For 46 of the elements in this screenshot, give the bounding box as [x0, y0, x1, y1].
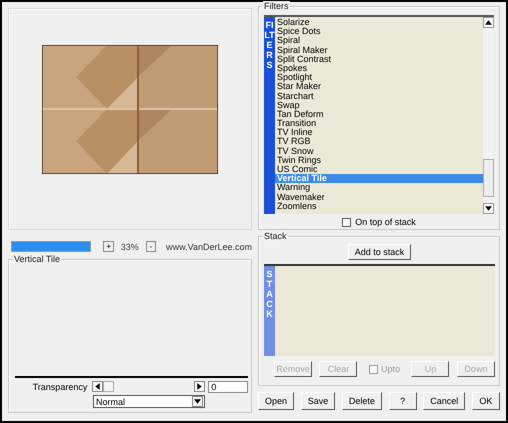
filter-item[interactable]: Spiral	[275, 36, 483, 46]
scrollbar[interactable]	[483, 17, 494, 214]
blend-mode-dropdown[interactable]: Normal	[93, 395, 205, 408]
filter-item[interactable]: Spotlight	[275, 73, 483, 82]
filter-item[interactable]: TV Snow	[275, 146, 483, 156]
checkbox-label: On top of stack	[355, 217, 416, 227]
filter-item[interactable]: Split Contrast	[275, 54, 483, 64]
filter-item[interactable]: Twin Rings	[275, 156, 483, 165]
dialog-button[interactable]: Delete	[342, 392, 382, 410]
filter-item[interactable]: Spokes	[275, 64, 483, 74]
checkbox[interactable]	[342, 218, 352, 226]
add-to-stack-button[interactable]: Add to stack	[348, 244, 412, 260]
checkbox-label: Upto	[380, 364, 400, 374]
dialog-button[interactable]: ?	[388, 392, 417, 410]
filter-item[interactable]: Star Maker	[275, 82, 483, 92]
dialog-button[interactable]: Cancel	[423, 392, 466, 410]
filter-item[interactable]: Spiral Maker	[275, 46, 483, 55]
down-arrow-icon[interactable]	[483, 203, 494, 214]
transparency-label: Transparency	[32, 382, 88, 392]
group-title: Filters	[263, 1, 290, 12]
dialog-button[interactable]: OK	[472, 392, 500, 410]
scrollbar-thumb[interactable]	[483, 159, 494, 197]
filter-item[interactable]: Swap	[275, 100, 483, 110]
up-arrow-icon[interactable]	[483, 17, 494, 28]
filter-item[interactable]: Tan Deform	[275, 110, 483, 120]
zoom-value: 33%	[120, 242, 140, 252]
zoom-out-button[interactable]: -	[146, 241, 156, 252]
dialog-button[interactable]: Save	[300, 392, 336, 410]
group-title: Stack	[263, 231, 288, 242]
side-label: FILTERS	[264, 17, 275, 214]
transparency-field[interactable]: 0	[208, 380, 248, 393]
filter-item[interactable]: Solarize	[275, 18, 483, 28]
filter-item[interactable]: Zoomlens	[275, 202, 483, 211]
filter-item[interactable]: Transition	[275, 119, 483, 128]
website-link[interactable]: www.VanDerLee.com	[166, 242, 252, 252]
dialog-button[interactable]: Open	[258, 392, 294, 410]
filter-item[interactable]: TV RGB	[275, 137, 483, 147]
filter-item[interactable]: TV Inline	[275, 128, 483, 138]
filter-item[interactable]: Warning	[275, 183, 483, 193]
zoom-in-button[interactable]: +	[103, 241, 114, 252]
filter-item[interactable]: US Comic	[275, 165, 483, 174]
filter-item[interactable]: Wavemaker	[275, 192, 483, 202]
filter-item[interactable]: Spice Dots	[275, 27, 483, 36]
filter-item[interactable]: Starchart	[275, 92, 483, 101]
side-label: STACK	[264, 266, 275, 356]
group-title: Vertical Tile	[13, 254, 62, 265]
